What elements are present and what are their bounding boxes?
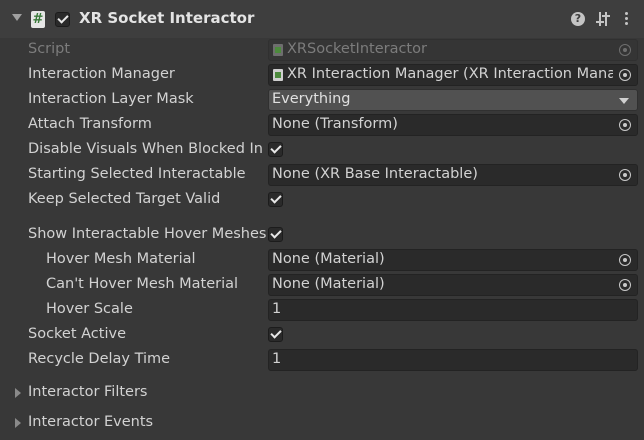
interactor-events-foldout[interactable]: Interactor Events [28,414,153,430]
interaction-layer-mask-dropdown[interactable]: Everything [268,89,638,111]
interaction-layer-mask-label: Interaction Layer Mask [28,91,194,107]
interactor-filters-foldout[interactable]: Interactor Filters [28,384,147,400]
socket-active-label: Socket Active [28,326,126,342]
attach-transform-label: Attach Transform [28,116,152,132]
show-hover-meshes-label: Show Interactable Hover Meshes [28,226,267,242]
script-label: Script [28,41,71,57]
object-picker-icon[interactable] [613,165,637,185]
starting-selected-value: None (XR Base Interactable) [272,166,478,182]
interaction-manager-field[interactable]: XR Interaction Manager (XR Interaction M… [268,64,638,86]
expand-arrow-icon[interactable] [15,418,21,428]
component-header: # XR Socket Interactor ? [0,0,644,38]
recycle-delay-time-value: 1 [272,351,282,367]
object-picker-icon[interactable] [613,65,637,85]
show-hover-meshes-checkbox[interactable] [268,227,283,242]
attach-transform-value: None (Transform) [272,116,398,132]
hover-scale-label: Hover Scale [46,301,133,317]
cant-hover-mesh-material-label: Can't Hover Mesh Material [46,276,239,292]
keep-selected-label: Keep Selected Target Valid [28,191,221,207]
cant-hover-mesh-material-value: None (Material) [272,276,385,292]
help-icon[interactable]: ? [571,12,585,26]
object-picker-icon [613,40,637,60]
recycle-delay-time-label: Recycle Delay Time [28,351,171,367]
starting-selected-label: Starting Selected Interactable [28,166,246,182]
hover-mesh-material-field[interactable]: None (Material) [268,249,638,271]
interaction-layer-mask-value: Everything [272,91,351,107]
chevron-down-icon [619,98,629,104]
recycle-delay-time-input[interactable]: 1 [268,349,638,371]
presets-icon[interactable] [596,11,610,27]
fold-arrow-icon[interactable] [12,14,22,21]
object-picker-icon[interactable] [613,115,637,135]
manager-object-icon [273,69,283,81]
hover-scale-value: 1 [272,301,282,317]
attach-transform-field[interactable]: None (Transform) [268,114,638,136]
interaction-manager-label: Interaction Manager [28,66,175,82]
object-picker-icon[interactable] [613,250,637,270]
keep-selected-checkbox[interactable] [268,192,283,207]
script-field: XRSocketInteractor [268,39,638,61]
script-icon: # [31,11,45,28]
component-title: XR Socket Interactor [79,9,255,27]
script-glyph: # [32,12,44,27]
script-value: XRSocketInteractor [287,41,427,57]
disable-visuals-label: Disable Visuals When Blocked In [28,141,263,157]
socket-active-checkbox[interactable] [268,327,283,342]
hover-scale-input[interactable]: 1 [268,299,638,321]
object-picker-icon[interactable] [613,275,637,295]
disable-visuals-checkbox[interactable] [268,142,283,157]
kebab-menu-icon[interactable] [625,11,629,27]
hover-mesh-material-value: None (Material) [272,251,385,267]
starting-selected-field[interactable]: None (XR Base Interactable) [268,164,638,186]
script-asset-icon [273,44,283,56]
cant-hover-mesh-material-field[interactable]: None (Material) [268,274,638,296]
interaction-manager-value: XR Interaction Manager (XR Interaction M… [287,66,626,82]
component-enabled-checkbox[interactable] [55,12,70,27]
expand-arrow-icon[interactable] [15,388,21,398]
hover-mesh-material-label: Hover Mesh Material [46,251,196,267]
